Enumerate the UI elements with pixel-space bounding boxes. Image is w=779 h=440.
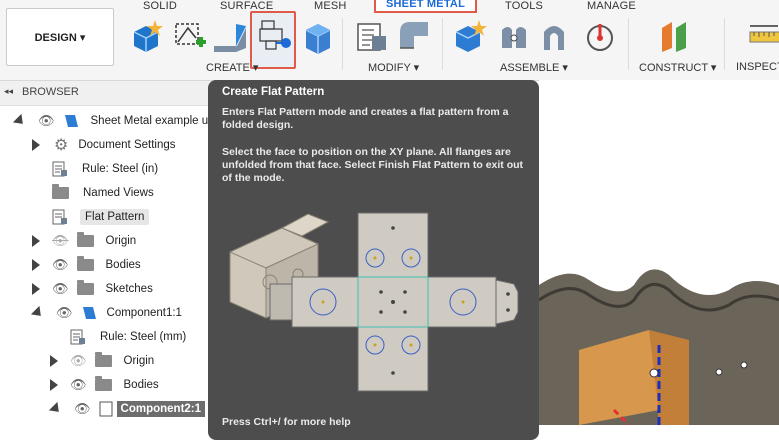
modify-menu[interactable]: MODIFY ▾ bbox=[368, 61, 419, 74]
extrude-icon[interactable] bbox=[300, 18, 336, 54]
expand-arrow-icon[interactable] bbox=[32, 259, 40, 271]
tree-item-label: Origin bbox=[123, 355, 155, 367]
create-sketch-icon[interactable] bbox=[172, 18, 208, 54]
expand-arrow-icon[interactable] bbox=[50, 355, 58, 367]
tree-item-label: Sketches bbox=[105, 283, 153, 295]
flat-pattern-icon bbox=[259, 20, 291, 50]
tree-item-label: Bodies bbox=[123, 379, 159, 391]
tooltip-instructions: Select the face to position on the XY pl… bbox=[222, 146, 524, 184]
joint-origin-icon[interactable] bbox=[582, 18, 618, 54]
rule-icon bbox=[70, 329, 85, 345]
component-icon bbox=[99, 401, 113, 417]
toolbar-separator bbox=[342, 18, 343, 70]
flat-pattern-illustration bbox=[229, 212, 519, 392]
tree-item-label: Document Settings bbox=[78, 139, 176, 151]
tooltip-footer: Press Ctrl+/ for more help bbox=[222, 416, 351, 428]
browser-item-component2[interactable]: 👁 Component2:1 bbox=[48, 399, 206, 419]
tab-manage[interactable]: MANAGE bbox=[587, 0, 636, 12]
browser-root-item[interactable]: 👁 Sheet Metal example usi bbox=[12, 111, 217, 131]
browser-item-sketches[interactable]: 👁 Sketches bbox=[32, 279, 153, 299]
model-render bbox=[538, 269, 779, 427]
eye-icon[interactable]: 👁 bbox=[38, 113, 55, 129]
browser-item-component1[interactable]: 👁 Component1:1 bbox=[30, 303, 182, 323]
folder-icon bbox=[52, 184, 69, 199]
rule-icon bbox=[52, 161, 67, 177]
expand-arrow-icon[interactable] bbox=[32, 235, 40, 247]
tree-item-label: Rule: Steel (in) bbox=[82, 163, 159, 175]
eye-icon[interactable]: 👁 bbox=[70, 377, 87, 393]
new-component-assemble-icon[interactable] bbox=[452, 18, 488, 54]
browser-item-component1-bodies[interactable]: 👁 Bodies bbox=[50, 375, 159, 395]
flange-icon[interactable] bbox=[212, 18, 248, 54]
expand-arrow-icon[interactable] bbox=[50, 379, 58, 391]
tooltip-title: Create Flat Pattern bbox=[222, 86, 325, 98]
eye-hidden-icon[interactable]: 👁 bbox=[70, 353, 87, 369]
collapse-arrow-icon[interactable] bbox=[48, 401, 64, 417]
browser-item-flat-pattern[interactable]: Flat Pattern bbox=[52, 207, 150, 227]
flat-pattern-icon bbox=[52, 209, 67, 225]
browser-header: ◂◂ BROWSER bbox=[0, 81, 215, 106]
browser-title: BROWSER bbox=[22, 86, 79, 98]
browser-item-named-views[interactable]: Named Views bbox=[52, 183, 154, 203]
create-menu[interactable]: CREATE ▾ bbox=[206, 61, 258, 74]
construct-menu[interactable]: CONSTRUCT ▾ bbox=[639, 61, 716, 74]
unfold-icon[interactable] bbox=[396, 18, 432, 54]
offset-plane-icon[interactable] bbox=[656, 18, 692, 54]
joint-icon[interactable] bbox=[496, 18, 532, 54]
tooltip-create-flat-pattern: Create Flat Pattern Enters Flat Pattern … bbox=[208, 80, 539, 440]
component-icon bbox=[82, 307, 96, 319]
gear-icon: ⚙ bbox=[54, 137, 69, 154]
expand-arrow-icon[interactable] bbox=[32, 139, 40, 151]
sheet-metal-rules-icon[interactable] bbox=[354, 18, 390, 54]
folder-icon bbox=[76, 232, 94, 247]
folder-icon bbox=[76, 280, 94, 295]
tree-item-label: Component2:1 bbox=[116, 401, 206, 417]
browser-item-document-settings[interactable]: ⚙ Document Settings bbox=[32, 135, 176, 155]
browser-item-component1-origin[interactable]: 👁 Origin bbox=[50, 351, 154, 371]
folder-icon bbox=[94, 352, 112, 367]
canvas-viewport[interactable] bbox=[538, 80, 779, 427]
eye-icon[interactable]: 👁 bbox=[52, 281, 69, 297]
toolbar-separator bbox=[442, 18, 443, 70]
tree-item-label: Flat Pattern bbox=[80, 209, 150, 225]
new-component-icon[interactable] bbox=[128, 18, 164, 54]
expand-arrow-icon[interactable] bbox=[32, 283, 40, 295]
as-built-joint-icon[interactable] bbox=[536, 18, 572, 54]
measure-icon[interactable] bbox=[746, 18, 779, 54]
folder-icon bbox=[76, 256, 94, 271]
toolbar-separator bbox=[628, 18, 629, 70]
design-doc-icon bbox=[64, 115, 78, 127]
tab-solid[interactable]: SOLID bbox=[143, 0, 177, 12]
tree-item-label: Rule: Steel (mm) bbox=[100, 331, 187, 343]
toolbar: SOLID SURFACE MESH SHEET METAL TOOLS MAN… bbox=[0, 0, 779, 81]
toolbar-separator bbox=[724, 18, 725, 70]
tooltip-description: Enters Flat Pattern mode and creates a f… bbox=[222, 106, 509, 131]
browser-item-origin[interactable]: 👁 Origin bbox=[32, 231, 136, 251]
eye-icon[interactable]: 👁 bbox=[52, 257, 69, 273]
collapse-arrow-icon[interactable] bbox=[12, 113, 28, 129]
browser-item-rule-steel-in[interactable]: Rule: Steel (in) bbox=[52, 159, 158, 179]
eye-hidden-icon[interactable]: 👁 bbox=[52, 233, 69, 249]
browser-item-bodies[interactable]: 👁 Bodies bbox=[32, 255, 141, 275]
tree-item-label: Origin bbox=[105, 235, 137, 247]
folder-icon bbox=[94, 376, 112, 391]
collapse-arrow-icon[interactable] bbox=[30, 305, 46, 321]
collapse-browser-icon[interactable]: ◂◂ bbox=[4, 86, 13, 97]
tab-mesh[interactable]: MESH bbox=[314, 0, 347, 12]
assemble-menu[interactable]: ASSEMBLE ▾ bbox=[500, 61, 568, 74]
browser-item-rule-steel-mm[interactable]: Rule: Steel (mm) bbox=[70, 327, 186, 347]
tree-item-label: Named Views bbox=[83, 187, 154, 199]
tree-item-label: Component1:1 bbox=[106, 307, 182, 319]
eye-icon[interactable]: 👁 bbox=[74, 401, 91, 417]
inspect-menu[interactable]: INSPECT bbox=[736, 61, 779, 73]
tree-item-label: Sheet Metal example usi bbox=[90, 115, 217, 127]
tab-sheet-metal[interactable]: SHEET METAL bbox=[374, 0, 477, 13]
eye-icon[interactable]: 👁 bbox=[56, 305, 73, 321]
tab-tools[interactable]: TOOLS bbox=[505, 0, 543, 12]
design-workspace-button[interactable]: DESIGN ▾ bbox=[6, 8, 114, 66]
tree-item-label: Bodies bbox=[105, 259, 141, 271]
design-label: DESIGN ▾ bbox=[34, 31, 86, 44]
